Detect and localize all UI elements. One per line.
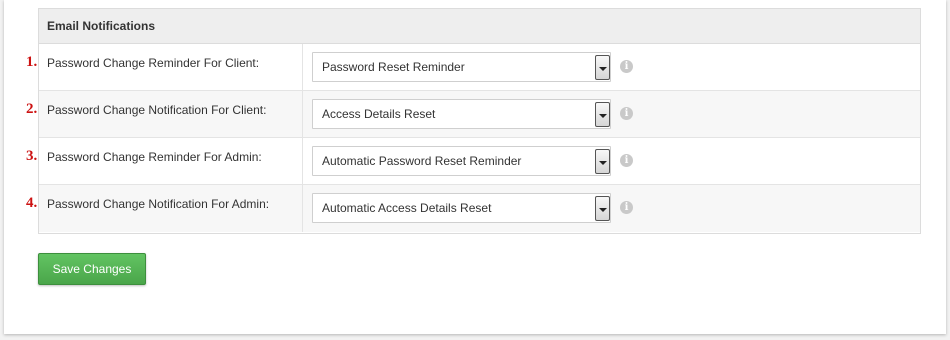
info-icon[interactable]: i: [620, 201, 633, 214]
setting-row-admin-reminder: Password Change Reminder For Admin: Auto…: [39, 138, 920, 185]
selected-value: Password Reset Reminder: [322, 60, 465, 74]
admin-notification-select[interactable]: Automatic Access Details Reset: [312, 193, 611, 223]
save-changes-button[interactable]: Save Changes: [38, 253, 146, 285]
setting-label: Password Change Reminder For Client:: [39, 44, 303, 90]
annotation-number-3: 3.: [26, 148, 38, 164]
setting-label: Password Change Reminder For Admin:: [39, 138, 303, 184]
selected-value: Automatic Password Reset Reminder: [322, 154, 522, 168]
info-icon[interactable]: i: [620, 60, 633, 73]
selected-value: Automatic Access Details Reset: [322, 201, 492, 215]
settings-card: 1. 2. 3. 4. Email Notifications Password…: [4, 0, 946, 334]
email-notifications-panel: Email Notifications Password Change Remi…: [38, 8, 921, 234]
annotation-number-4: 4.: [26, 195, 38, 211]
dropdown-arrow-icon[interactable]: [595, 196, 610, 221]
panel-title: Email Notifications: [39, 9, 920, 44]
setting-label: Password Change Notification For Admin:: [39, 185, 303, 232]
dropdown-arrow-icon[interactable]: [595, 149, 610, 174]
setting-row-client-reminder: Password Change Reminder For Client: Pas…: [39, 44, 920, 91]
annotation-number-2: 2.: [26, 101, 38, 117]
annotation-number-1: 1.: [26, 54, 38, 70]
info-icon[interactable]: i: [620, 154, 633, 167]
client-reminder-select[interactable]: Password Reset Reminder: [312, 52, 611, 82]
setting-row-client-notification: Password Change Notification For Client:…: [39, 91, 920, 138]
info-icon[interactable]: i: [620, 107, 633, 120]
admin-reminder-select[interactable]: Automatic Password Reset Reminder: [312, 146, 611, 176]
setting-label: Password Change Notification For Client:: [39, 91, 303, 137]
setting-row-admin-notification: Password Change Notification For Admin: …: [39, 185, 920, 232]
dropdown-arrow-icon[interactable]: [595, 55, 610, 80]
client-notification-select[interactable]: Access Details Reset: [312, 99, 611, 129]
dropdown-arrow-icon[interactable]: [595, 102, 610, 127]
selected-value: Access Details Reset: [322, 107, 436, 121]
